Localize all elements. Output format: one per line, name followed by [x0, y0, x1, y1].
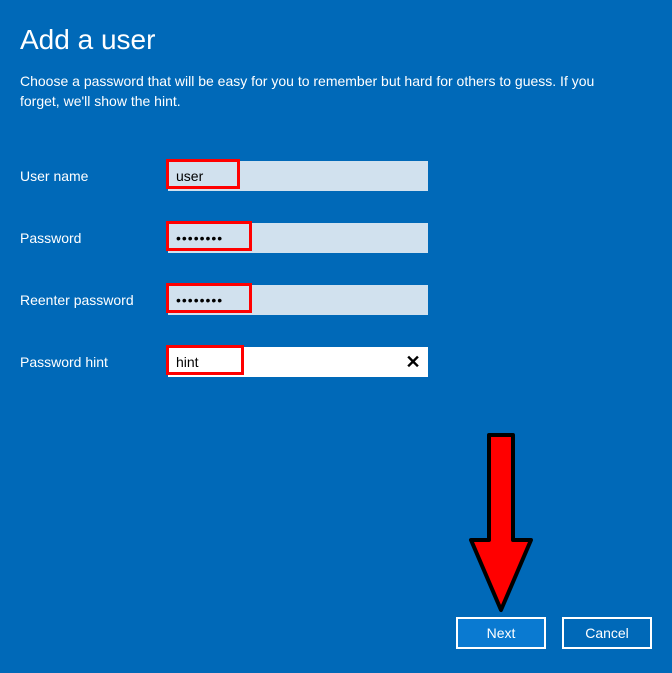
hint-input[interactable] [168, 347, 428, 377]
page-description: Choose a password that will be easy for … [20, 72, 630, 111]
password-row: Password •••••••• [20, 223, 652, 253]
reenter-label: Reenter password [20, 292, 168, 308]
page-title: Add a user [20, 24, 652, 56]
cancel-button[interactable]: Cancel [562, 617, 652, 649]
reenter-input[interactable]: •••••••• [168, 285, 428, 315]
reenter-input-wrap: •••••••• [168, 285, 428, 315]
password-label: Password [20, 230, 168, 246]
username-label: User name [20, 168, 168, 184]
password-input-wrap: •••••••• [168, 223, 428, 253]
username-input[interactable] [168, 161, 428, 191]
clear-hint-button[interactable]: ✕ [402, 351, 424, 373]
close-icon: ✕ [405, 352, 420, 373]
username-input-wrap [168, 161, 428, 191]
hint-label: Password hint [20, 354, 168, 370]
reenter-row: Reenter password •••••••• [20, 285, 652, 315]
arrow-annotation-icon [466, 430, 536, 620]
next-button[interactable]: Next [456, 617, 546, 649]
dialog-content: Add a user Choose a password that will b… [0, 0, 672, 377]
button-bar: Next Cancel [456, 617, 652, 649]
username-row: User name [20, 161, 652, 191]
hint-input-wrap: ✕ [168, 347, 428, 377]
password-input[interactable]: •••••••• [168, 223, 428, 253]
hint-row: Password hint ✕ [20, 347, 652, 377]
